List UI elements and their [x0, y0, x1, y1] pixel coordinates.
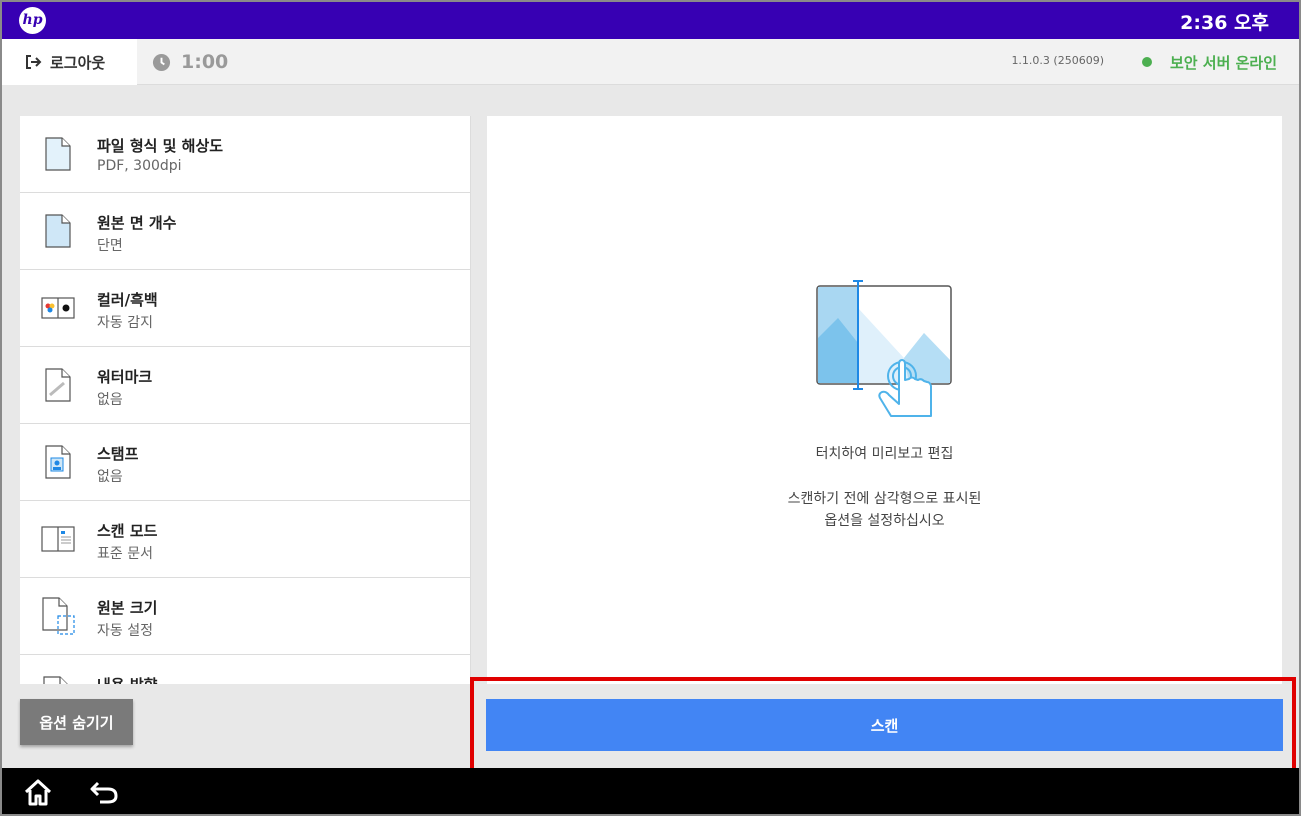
scan-button[interactable]: 스캔 — [486, 699, 1283, 751]
option-sides[interactable]: 원본 면 개수 단면 — [20, 193, 470, 270]
session-timer: 1:00 — [152, 39, 228, 85]
status-label: 보안 서버 온라인 — [1169, 53, 1277, 72]
home-icon[interactable] — [22, 777, 54, 807]
option-watermark[interactable]: 워터마크 없음 — [20, 347, 470, 424]
hide-options-button[interactable]: 옵션 숨기기 — [20, 699, 133, 745]
preview-desc-line-2: 옵션을 설정하십시오 — [824, 513, 945, 529]
option-title: 워터마크 — [97, 368, 153, 386]
option-title: 컬러/흑백 — [97, 291, 158, 309]
navigation-bar — [2, 768, 1299, 814]
option-title: 스탬프 — [97, 445, 139, 463]
option-value: 자동 설정 — [97, 623, 153, 639]
option-stamp[interactable]: 스탬프 없음 — [20, 424, 470, 501]
color-mode-icon — [41, 297, 75, 319]
status-dot-icon — [1141, 57, 1152, 67]
version-label: 1.1.0.3 (250609) — [1011, 54, 1104, 67]
option-title: 원본 크기 — [97, 599, 158, 617]
stamp-icon — [45, 445, 71, 479]
hp-logo: hp — [19, 7, 46, 34]
preview-title: 터치하여 미리보고 편집 — [815, 446, 954, 462]
timer-value: 1:00 — [181, 51, 229, 73]
option-value: 없음 — [97, 469, 123, 485]
clock: 2:36 오후 — [1180, 12, 1269, 34]
option-title: 내용 방향 — [97, 674, 157, 684]
scan-mode-icon — [41, 526, 75, 552]
orientation-icon — [43, 676, 68, 684]
preview-description: 스캔하기 전에 삼각형으로 표시된 옵션을 설정하십시오 — [487, 488, 1282, 532]
status-bar: 로그아웃 1:00 1.1.0.3 (250609) 보안 서버 온라인 — [2, 39, 1299, 85]
option-color[interactable]: 컬러/흑백 자동 감지 — [20, 270, 470, 347]
clock-icon — [152, 53, 171, 71]
option-value: PDF, 300dpi — [97, 158, 182, 174]
top-bar: hp 2:36 오후 — [2, 2, 1299, 39]
back-icon[interactable] — [88, 779, 120, 805]
preview-panel[interactable]: 터치하여 미리보고 편집 스캔하기 전에 삼각형으로 표시된 옵션을 설정하십시… — [487, 116, 1282, 684]
option-orientation[interactable]: 내용 방향 — [20, 655, 470, 684]
scan-options-list[interactable]: 파일 형식 및 해상도 PDF, 300dpi 원본 면 개수 단면 컬러/흑백… — [20, 116, 471, 684]
option-value: 표준 문서 — [97, 546, 153, 562]
option-value: 자동 감지 — [97, 315, 153, 331]
logout-label: 로그아웃 — [50, 53, 106, 72]
option-title: 원본 면 개수 — [97, 214, 177, 232]
touch-preview-illustration — [816, 280, 952, 417]
watermark-icon — [45, 368, 71, 402]
option-title: 스캔 모드 — [97, 522, 158, 540]
logout-icon — [26, 55, 42, 69]
option-scan-mode[interactable]: 스캔 모드 표준 문서 — [20, 501, 470, 578]
server-status: 보안 서버 온라인 — [1141, 39, 1277, 85]
original-size-icon — [42, 597, 75, 635]
option-original-size[interactable]: 원본 크기 자동 설정 — [20, 578, 470, 655]
single-side-icon — [45, 214, 71, 248]
device-screen: hp 2:36 오후 로그아웃 1:00 1.1.0.3 (250609) 보안… — [0, 0, 1301, 816]
option-value: 없음 — [97, 392, 123, 408]
option-title: 파일 형식 및 해상도 — [97, 137, 224, 155]
option-file-format[interactable]: 파일 형식 및 해상도 PDF, 300dpi — [20, 116, 470, 193]
logout-button[interactable]: 로그아웃 — [2, 39, 137, 85]
file-format-icon — [45, 137, 71, 171]
preview-desc-line-1: 스캔하기 전에 삼각형으로 표시된 — [787, 491, 982, 507]
option-value: 단면 — [97, 238, 123, 254]
